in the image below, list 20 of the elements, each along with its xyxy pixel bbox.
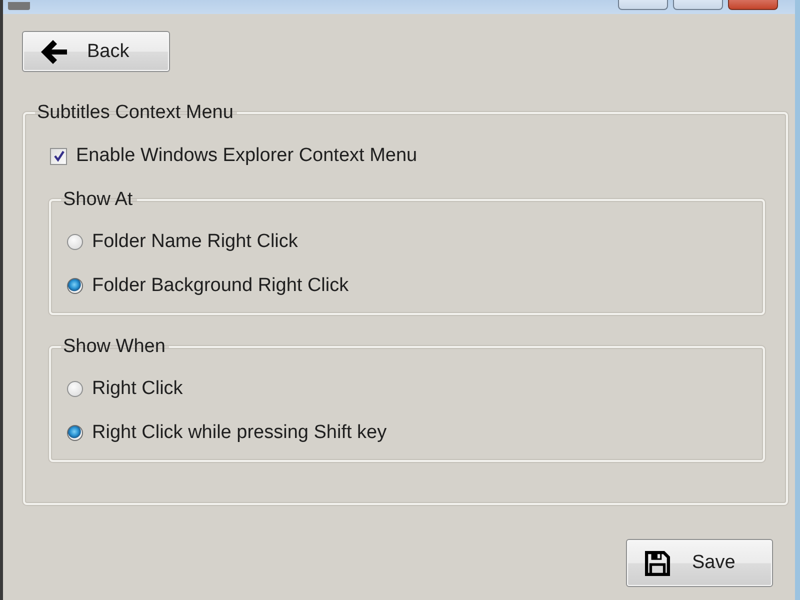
maximize-button[interactable] — [673, 0, 723, 10]
group-title: Show At — [62, 189, 134, 211]
left-arrow-icon — [41, 40, 67, 64]
close-button[interactable] — [728, 0, 778, 10]
radio-button[interactable] — [67, 234, 83, 250]
save-button[interactable]: Save — [626, 539, 773, 587]
checkbox-label: Enable Windows Explorer Context Menu — [76, 145, 418, 167]
group-title: Show When — [62, 336, 166, 358]
radio-label: Right Click while pressing Shift key — [92, 422, 387, 444]
radio-label: Folder Name Right Click — [92, 231, 298, 253]
radio-button[interactable] — [67, 278, 83, 294]
minimize-button[interactable] — [618, 0, 668, 10]
checkbox[interactable] — [50, 148, 67, 164]
app-icon — [8, 2, 30, 10]
back-button[interactable]: Back — [22, 31, 170, 72]
radio-label: Right Click — [92, 378, 183, 400]
group-title: Subtitles Context Menu — [36, 102, 234, 124]
radio-label: Folder Background Right Click — [92, 275, 349, 297]
radio-button[interactable] — [67, 381, 83, 397]
radio-button[interactable] — [67, 425, 83, 441]
